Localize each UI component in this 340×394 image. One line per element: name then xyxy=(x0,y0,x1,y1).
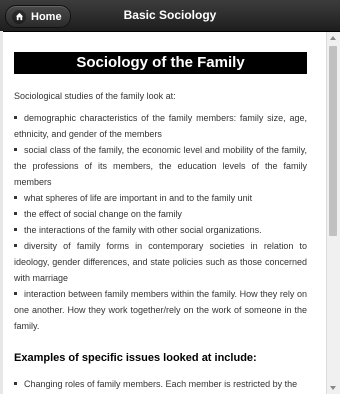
list-item: the effect of social change on the famil… xyxy=(14,206,307,222)
list-item: demographic characteristics of the famil… xyxy=(14,113,307,139)
examples-list: Changing roles of family members. Each m… xyxy=(14,376,307,392)
list-item: the interactions of the family with othe… xyxy=(14,222,307,238)
list-item: social class of the family, the economic… xyxy=(14,145,307,187)
vertical-scrollbar[interactable] xyxy=(326,32,340,394)
bullet-icon xyxy=(14,244,17,248)
bullet-icon xyxy=(14,148,17,152)
scroll-up-icon[interactable] xyxy=(330,36,336,40)
scroll-down-icon[interactable] xyxy=(330,386,336,390)
list-item: interaction between family members withi… xyxy=(14,289,307,331)
bullet-icon xyxy=(14,196,17,200)
main-content: Sociology of the Family Sociological stu… xyxy=(14,52,307,392)
window-edge xyxy=(0,31,3,394)
app-title: Basic Sociology xyxy=(123,8,217,22)
scroll-thumb[interactable] xyxy=(329,46,337,236)
bullet-icon xyxy=(14,382,17,386)
bullet-icon xyxy=(14,292,17,296)
list-item: Changing roles of family members. Each m… xyxy=(14,376,307,392)
examples-heading: Examples of specific issues looked at in… xyxy=(14,352,257,364)
bullet-icon xyxy=(14,116,17,120)
section-title: Sociology of the Family xyxy=(14,52,307,74)
intro-text: Sociological studies of the family look … xyxy=(14,91,176,101)
list-item: diversity of family forms in contemporar… xyxy=(14,241,307,283)
bullet-icon xyxy=(14,228,17,232)
app-header: Home Basic Sociology xyxy=(0,0,340,32)
list-item: what spheres of life are important in an… xyxy=(14,190,307,206)
bullet-icon xyxy=(14,212,17,216)
family-study-list: demographic characteristics of the famil… xyxy=(14,110,307,334)
